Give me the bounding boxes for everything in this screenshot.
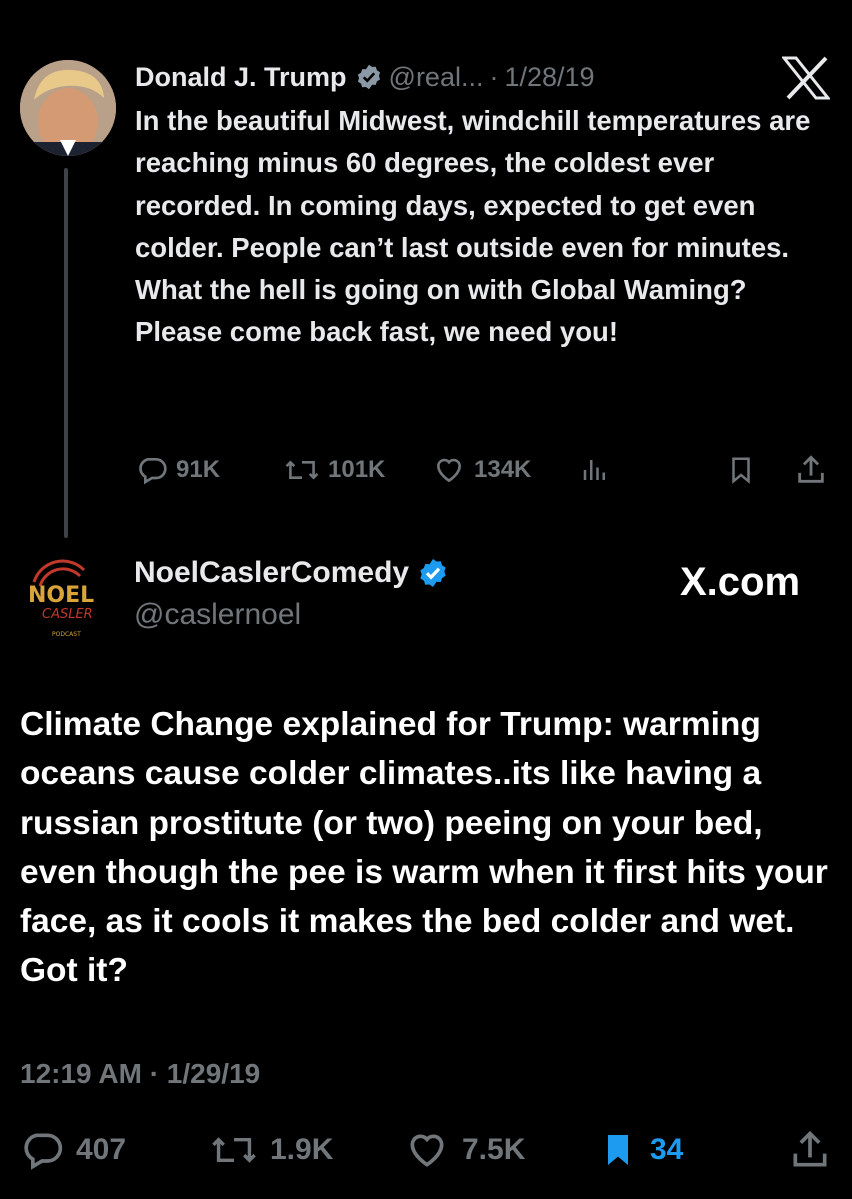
bookmark-icon (608, 1135, 628, 1165)
tweet2-author-name[interactable]: NoelCaslerComedy (134, 556, 409, 590)
verified-badge-icon (417, 557, 449, 589)
x-logo-icon (780, 56, 832, 100)
verified-badge-icon (355, 63, 383, 91)
tweet2-actions: 407 1.9K 7.5K 34 (20, 1125, 835, 1175)
tweet1-actions: 91K 101K 134K (136, 450, 836, 490)
tweet1-repost-count: 101K (328, 456, 386, 483)
repost-icon (212, 1137, 256, 1163)
tweet2-repost-count: 1.9K (270, 1133, 334, 1166)
views-icon (583, 460, 605, 480)
like-icon (436, 458, 462, 483)
tweet1-repost-button[interactable]: 101K (284, 450, 385, 490)
tweet2-handle[interactable]: @caslernoel (134, 598, 301, 632)
x-com-watermark: X.com (680, 560, 800, 605)
tweet2-timestamp[interactable]: 12:19 AM · 1/29/19 (20, 1058, 260, 1090)
tweet2-like-count: 7.5K (462, 1133, 526, 1166)
tweet2-bookmark-count: 34 (650, 1133, 684, 1166)
tweet2-text: Climate Change explained for Trump: warm… (20, 706, 828, 990)
share-icon (793, 1130, 827, 1167)
tweet1-reply-count: 91K (176, 456, 221, 483)
tweet2-time: 12:19 AM (20, 1058, 142, 1089)
tweet1-separator: · (489, 61, 499, 92)
tweet1-author-name[interactable]: Donald J. Trump (135, 62, 347, 93)
tweet1-share-button[interactable] (794, 450, 828, 490)
tweet2-like-button[interactable]: 7.5K (404, 1125, 525, 1175)
bookmark-icon (732, 457, 750, 484)
svg-text:NOEL: NOEL (28, 583, 94, 608)
svg-text:CASLER: CASLER (42, 607, 93, 622)
share-icon (798, 455, 824, 483)
reply-icon (24, 1133, 63, 1170)
tweet1-header: Donald J. Trump @real... · 1/28/19 (135, 60, 595, 94)
tweet2-reply-count: 407 (76, 1133, 127, 1166)
trump-avatar[interactable] (20, 60, 116, 156)
tweet2-name-row: NoelCaslerComedy (134, 556, 455, 590)
tweet2-share-button[interactable] (788, 1125, 832, 1175)
x-com-text: X.com (680, 560, 801, 604)
tweet1-bookmark-button[interactable] (726, 450, 756, 490)
noel-casler-avatar[interactable]: NOEL CASLER PODCAST (14, 552, 124, 642)
reply-icon (139, 458, 167, 485)
like-icon (410, 1134, 444, 1167)
tweet1-text: In the beautiful Midwest, windchill temp… (135, 105, 811, 348)
thread-connector-line (64, 168, 68, 538)
repost-icon (285, 460, 319, 480)
tweet1-views-button[interactable] (580, 450, 610, 490)
svg-text:PODCAST: PODCAST (52, 631, 81, 638)
tweet1-like-count: 134K (474, 456, 532, 483)
tweet2-repost-button[interactable]: 1.9K (210, 1125, 333, 1175)
tweet2-separator: · (149, 1058, 160, 1089)
tweet1-like-button[interactable]: 134K (432, 450, 531, 490)
tweet1-date[interactable]: 1/28/19 (504, 62, 594, 93)
tweet1-handle[interactable]: @real... (389, 62, 484, 93)
tweet2-bookmark-button[interactable]: 34 (598, 1125, 683, 1175)
tweet2-date: 1/29/19 (166, 1058, 261, 1089)
tweet1-reply-button[interactable]: 91K (136, 450, 220, 490)
tweet2-reply-button[interactable]: 407 (20, 1125, 126, 1175)
